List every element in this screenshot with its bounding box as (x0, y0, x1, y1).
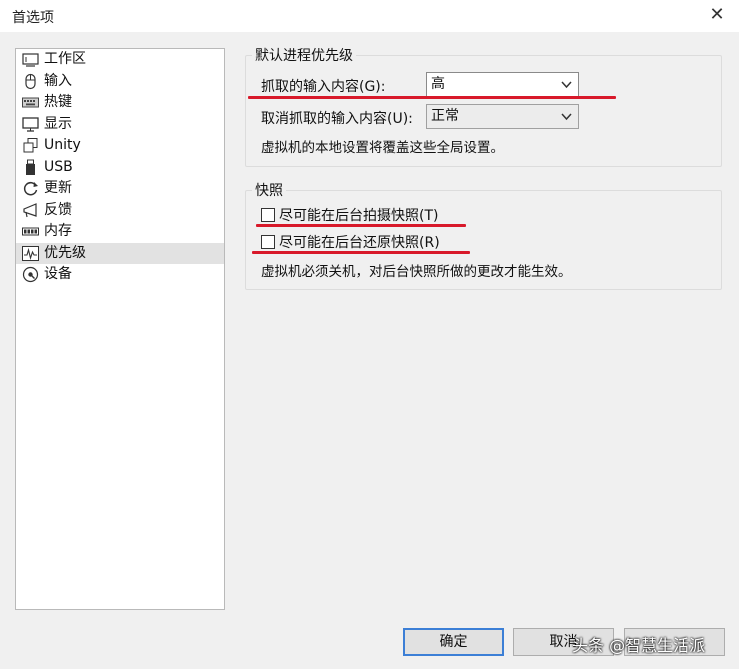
grabbed-priority-select[interactable]: 高 (426, 72, 579, 97)
sidebar-item-usb[interactable]: USB (16, 157, 224, 179)
annotation-underline (256, 224, 466, 227)
usb-icon (26, 159, 35, 175)
restore-snapshot-label: 尽可能在后台还原快照(R) (279, 235, 440, 251)
sidebar-item-workspace[interactable]: 工作区 (16, 49, 224, 71)
unity-icon (23, 138, 38, 153)
monitor-icon (22, 116, 39, 132)
sidebar-item-label: 反馈 (44, 201, 72, 218)
background-restore-snapshot-checkbox[interactable]: 尽可能在后台还原快照(R) (261, 232, 440, 252)
annotation-underline (252, 251, 470, 254)
ungrabbed-input-label: 取消抓取的输入内容(U): (261, 111, 413, 127)
sidebar-item-memory[interactable]: 内存 (16, 221, 224, 243)
annotation-underline (248, 96, 616, 99)
watermark: 头条 @智慧生活派 (572, 636, 706, 655)
sidebar-item-label: 工作区 (44, 51, 86, 67)
priority-icon (22, 245, 39, 261)
sidebar-item-label: 输入 (44, 72, 72, 89)
snapshot-group-title: 快照 (255, 183, 283, 199)
sidebar-item-priority[interactable]: 优先级 (16, 242, 224, 264)
keyboard-icon (22, 97, 39, 108)
sidebar-item-display[interactable]: 显示 (16, 114, 224, 136)
ungrabbed-priority-select[interactable]: 正常 (426, 104, 579, 129)
sidebar-item-hotkeys[interactable]: 热键 (16, 92, 224, 114)
sidebar-item-devices[interactable]: 设备 (16, 264, 224, 286)
category-list: 工作区 输入 热键 显示 Unity USB 更新 反馈 内存 优先级 设备 (15, 48, 225, 610)
sidebar-item-updates[interactable]: 更新 (16, 178, 224, 200)
mouse-icon (25, 73, 36, 89)
close-icon: ✕ (709, 4, 725, 25)
sidebar-item-label: 设备 (44, 266, 72, 282)
sidebar-item-label: Unity (44, 137, 81, 153)
feedback-icon (23, 202, 37, 217)
memory-icon (22, 227, 39, 236)
close-button[interactable]: ✕ (703, 2, 731, 28)
sidebar-item-label: 显示 (44, 115, 72, 132)
chevron-down-icon (561, 81, 572, 89)
sidebar-item-unity[interactable]: Unity (16, 135, 224, 157)
snapshot-note: 虚拟机必须关机，对后台快照所做的更改才能生效。 (261, 264, 572, 280)
workspace-icon (22, 53, 39, 67)
grabbed-priority-value: 高 (431, 76, 445, 92)
sidebar-item-input[interactable]: 输入 (16, 71, 224, 93)
sidebar-item-label: 热键 (44, 94, 72, 110)
sidebar-item-label: 内存 (44, 223, 72, 239)
take-snapshot-label: 尽可能在后台拍摄快照(T) (279, 208, 439, 224)
background-take-snapshot-checkbox[interactable]: 尽可能在后台拍摄快照(T) (261, 205, 438, 225)
device-icon (22, 266, 39, 283)
sidebar-item-label: 优先级 (44, 244, 86, 261)
update-icon (23, 181, 38, 196)
checkbox-box[interactable] (261, 235, 275, 249)
ok-button[interactable]: 确定 (403, 628, 504, 656)
title-bar: 首选项 ✕ (0, 0, 739, 32)
sidebar-item-feedback[interactable]: 反馈 (16, 200, 224, 222)
sidebar-item-label: 更新 (44, 180, 72, 196)
checkbox-box[interactable] (261, 208, 275, 222)
ungrabbed-priority-value: 正常 (431, 108, 459, 124)
window-title: 首选项 (12, 10, 54, 26)
priority-note: 虚拟机的本地设置将覆盖这些全局设置。 (261, 140, 504, 156)
priority-group-title: 默认进程优先级 (255, 48, 353, 64)
grabbed-input-label: 抓取的输入内容(G): (261, 79, 386, 95)
chevron-down-icon (561, 113, 572, 121)
sidebar-item-label: USB (44, 158, 73, 175)
